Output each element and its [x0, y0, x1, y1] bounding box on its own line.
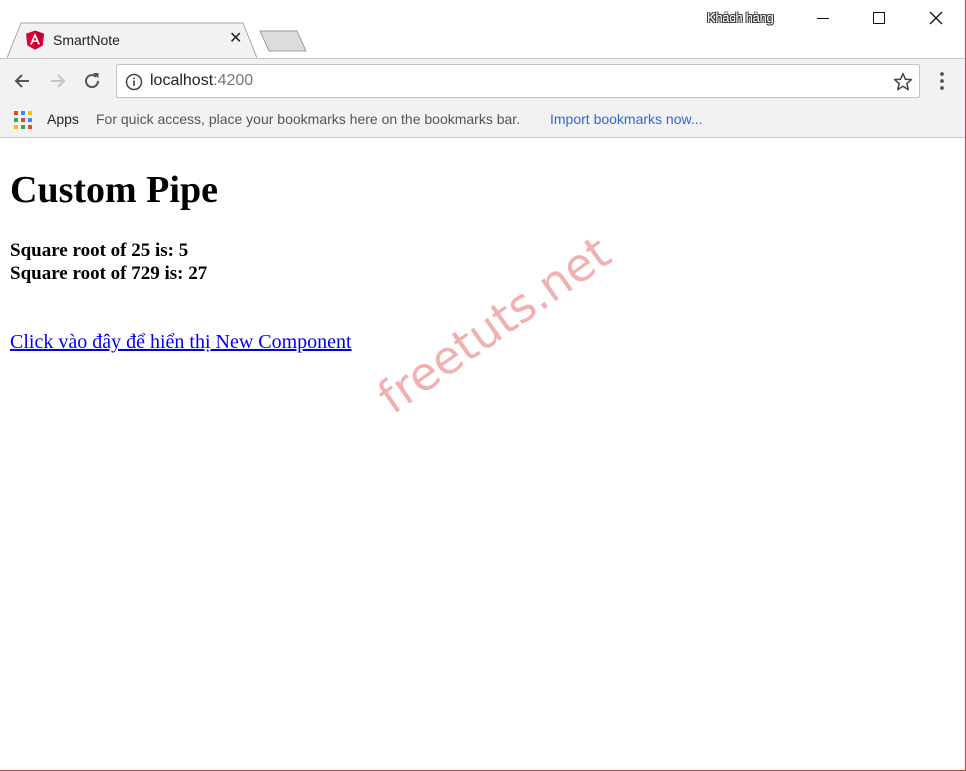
minimize-icon [817, 17, 829, 19]
window-close-button[interactable] [908, 0, 964, 36]
sqrt-result-729: Square root of 729 is: 27 [10, 263, 208, 284]
maximize-button[interactable] [851, 0, 907, 36]
apps-button[interactable]: Apps [47, 111, 79, 127]
reload-icon [85, 73, 100, 89]
maximize-icon [873, 12, 885, 24]
angular-icon [26, 30, 44, 50]
star-icon[interactable] [893, 72, 913, 92]
tab-smartnote[interactable]: SmartNote ✕ [7, 22, 257, 58]
info-icon[interactable] [125, 73, 143, 91]
import-bookmarks-link[interactable]: Import bookmarks now... [550, 111, 703, 127]
url-host: localhost [150, 72, 214, 89]
new-component-link[interactable]: Click vào đây để hiển thị New Component [10, 331, 352, 354]
apps-grid-icon[interactable] [14, 111, 32, 129]
bookmarks-hint: For quick access, place your bookmarks h… [96, 111, 521, 127]
bookmarks-bar: Apps For quick access, place your bookma… [0, 102, 965, 138]
back-button[interactable] [8, 67, 36, 95]
browser-window: Khách hàng SmartNote ✕ localhost:4200 Ap… [0, 0, 966, 771]
url-text[interactable]: localhost:4200 [150, 72, 253, 90]
address-bar[interactable]: localhost:4200 [116, 64, 920, 98]
tab-title: SmartNote [53, 32, 120, 48]
sqrt-result-25: Square root of 25 is: 5 [10, 240, 189, 261]
page-title: Custom Pipe [10, 169, 218, 211]
profile-label[interactable]: Khách hàng [707, 10, 774, 25]
new-tab-button[interactable] [259, 30, 307, 52]
close-icon [929, 11, 943, 25]
tab-close-icon[interactable]: ✕ [229, 31, 242, 47]
browser-toolbar: localhost:4200 [0, 58, 965, 102]
tab-strip: Khách hàng SmartNote ✕ [0, 0, 965, 58]
back-arrow-icon [14, 74, 29, 88]
minimize-button[interactable] [795, 0, 851, 36]
more-vert-icon[interactable] [932, 69, 952, 93]
url-port: :4200 [213, 72, 254, 89]
page-content: Custom Pipe Square root of 25 is: 5 Squa… [0, 138, 965, 770]
forward-arrow-icon [51, 74, 66, 88]
reload-button[interactable] [78, 67, 106, 95]
forward-button[interactable] [44, 67, 72, 95]
watermark: freetuts.net [368, 225, 621, 425]
